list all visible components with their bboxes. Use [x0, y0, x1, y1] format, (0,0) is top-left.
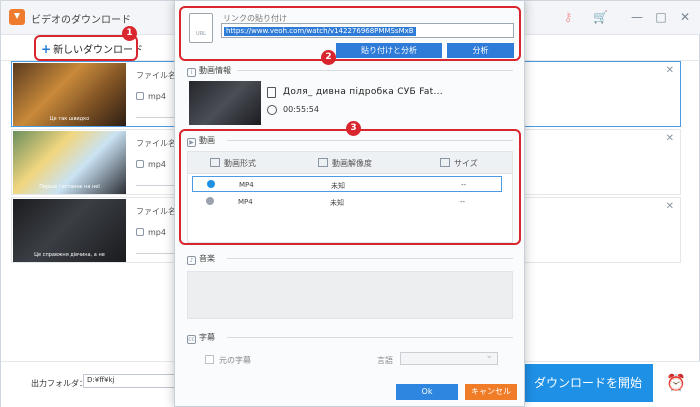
video-title: Доля_ дивна підробка СУБ Fat... [283, 87, 443, 97]
thumbnail-subtitle: Перша і останнє на неї [39, 184, 100, 190]
remove-item-icon[interactable]: ✕ [666, 201, 674, 212]
audio-section-header: ♪ 音楽 [187, 253, 215, 265]
ok-label: Ok [421, 387, 433, 396]
format-value: mp4 [148, 92, 166, 101]
video-duration: 00:55:54 [283, 105, 319, 114]
cancel-button[interactable]: キャンセル [465, 384, 517, 400]
cancel-label: キャンセル [471, 387, 511, 396]
subtitle-section-label: 字幕 [199, 333, 215, 342]
alarm-clock-icon[interactable]: ⏰ [656, 364, 696, 402]
step-badge-2: 2 [321, 50, 336, 65]
thumbnail-subtitle: Це так швидко [49, 116, 90, 122]
output-folder-label: 出力フォルダ： [31, 379, 87, 388]
cart-icon[interactable]: 🛒 [593, 10, 608, 24]
ok-button[interactable]: Ok [396, 384, 458, 400]
remove-item-icon[interactable]: ✕ [666, 65, 674, 76]
format-icon [136, 160, 144, 168]
remove-item-icon[interactable]: ✕ [666, 133, 674, 144]
video-info-section-header: i 動画情報 [187, 65, 231, 77]
cc-icon: cc [187, 335, 196, 344]
start-download-button[interactable]: ダウンロードを開始 [523, 364, 653, 402]
format-info: mp4 [136, 160, 166, 169]
format-value: mp4 [148, 160, 166, 169]
app-logo-icon [9, 9, 25, 25]
language-select[interactable] [400, 351, 498, 365]
step-badge-1: 1 [122, 26, 137, 41]
video-thumbnail: Це справжня дівчина, а не [13, 199, 126, 262]
step-badge-3: 3 [346, 121, 361, 136]
format-value: mp4 [148, 228, 166, 237]
file-icon [267, 87, 276, 98]
highlight-new-download [34, 35, 138, 61]
format-info: mp4 [136, 228, 166, 237]
divider [227, 337, 513, 338]
format-icon [136, 92, 144, 100]
video-thumbnail [189, 81, 261, 125]
maximize-button[interactable]: □ [653, 9, 669, 25]
audio-section-label: 音楽 [199, 254, 215, 263]
info-icon: i [187, 68, 196, 77]
output-folder-field[interactable]: D:¥ff¥kj [83, 374, 183, 388]
close-window-button[interactable]: ✕ [677, 9, 693, 25]
video-info-label: 動画情報 [199, 66, 231, 75]
music-note-icon: ♪ [187, 256, 196, 265]
audio-list [187, 271, 513, 319]
clock-icon [267, 105, 277, 115]
subtitle-section-header: cc 字幕 [187, 332, 215, 344]
key-icon[interactable]: ⚷ [561, 10, 575, 24]
language-label: 言語 [377, 356, 393, 365]
video-thumbnail: Це так швидко [13, 63, 126, 126]
minimize-button[interactable]: — [629, 9, 645, 25]
video-thumbnail: Перша і останнє на неї [13, 131, 126, 194]
original-subtitle-checkbox[interactable] [205, 355, 214, 364]
thumbnail-subtitle: Це справжня дівчина, а не [34, 252, 105, 258]
format-info: mp4 [136, 92, 166, 101]
highlight-link-area [179, 6, 521, 61]
original-subtitle-label: 元の字幕 [219, 356, 251, 365]
divider [237, 70, 513, 71]
format-icon [136, 228, 144, 236]
divider [227, 258, 513, 259]
highlight-video-table [179, 129, 521, 245]
app-title: ビデオのダウンロード [31, 15, 131, 26]
